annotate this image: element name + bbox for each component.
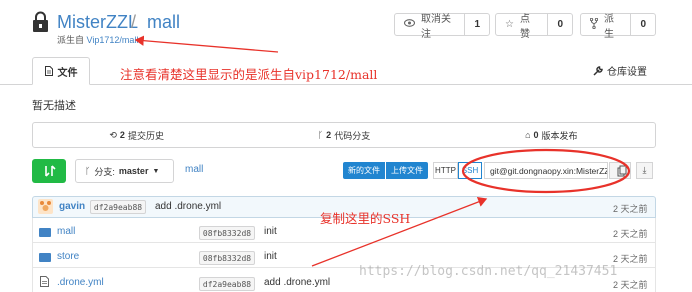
annotation-note-ssh: 复制这里的SSH — [320, 211, 411, 226]
watermark-text: https://blog.csdn.net/qq_21437451 — [359, 264, 618, 279]
annotation-arrow-fork — [134, 35, 279, 53]
annotation-overlay — [134, 35, 631, 267]
annotation-circle-ssh — [461, 148, 631, 194]
annotation-note-fork: 注意看清楚这里显示的是派生自vip1712/mall — [120, 67, 378, 82]
